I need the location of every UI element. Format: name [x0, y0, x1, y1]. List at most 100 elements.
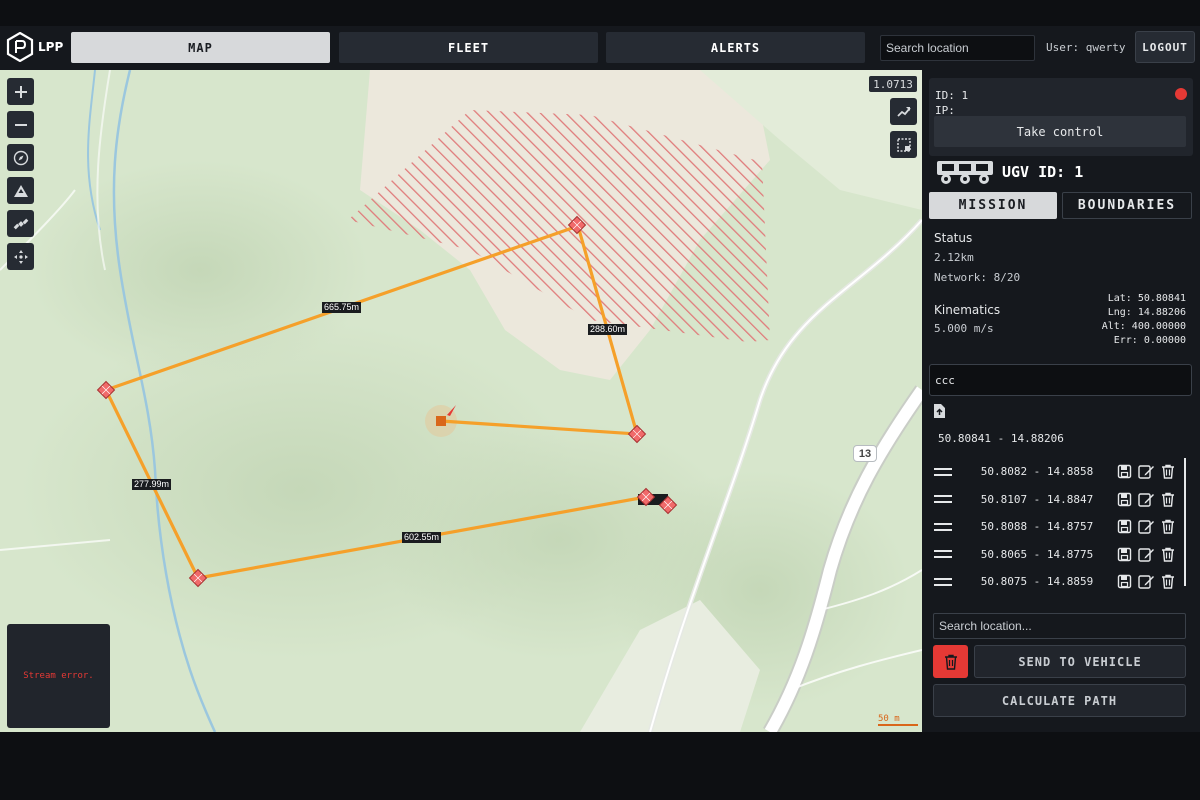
current-position: 50.80841 - 14.88206	[938, 432, 1064, 445]
drag-handle-icon[interactable]	[929, 549, 957, 559]
waypoint-coordinates: 50.8107 - 14.8847	[980, 492, 1094, 506]
move-icon	[13, 249, 28, 264]
tab-mission[interactable]: MISSION	[929, 192, 1057, 219]
stream-error-text: Stream error.	[23, 671, 94, 681]
tab-fleet[interactable]: FLEET	[339, 32, 598, 63]
connection-status-dot	[1175, 88, 1187, 100]
error-value: Err: 0.00000	[1113, 335, 1186, 346]
ugv-header: UGV ID: 1	[934, 158, 1083, 186]
drag-handle-icon[interactable]	[929, 577, 957, 587]
save-icon[interactable]	[1117, 464, 1132, 479]
terrain-icon	[13, 184, 28, 197]
waypoint-coordinates: 50.8088 - 14.8757	[980, 520, 1094, 534]
map-view[interactable]: 665.75m 288.60m 277.99m 602.55m 13 1.071…	[0, 70, 922, 732]
drag-handle-icon[interactable]	[929, 494, 957, 504]
route-distance-label: 288.60m	[588, 324, 628, 335]
select-area-button[interactable]	[890, 131, 917, 158]
drag-handle-icon[interactable]	[929, 522, 957, 532]
route-distance-label: 665.75m	[322, 302, 362, 313]
logo-icon	[6, 32, 34, 62]
waypoint-row[interactable]: 50.8065 - 14.8775	[929, 541, 1185, 569]
save-icon[interactable]	[1117, 492, 1132, 507]
take-control-button[interactable]: Take control	[934, 116, 1186, 147]
waypoint-list[interactable]: 50.8082 - 14.8858 50.8107 - 14.8847 50.808…	[929, 458, 1185, 600]
waypoint-row[interactable]: 50.8075 - 14.8859	[929, 568, 1185, 596]
location-search-input[interactable]	[880, 35, 1035, 61]
tab-boundaries[interactable]: BOUNDARIES	[1062, 192, 1192, 219]
save-icon[interactable]	[1117, 547, 1132, 562]
route-distance-label: 277.99m	[132, 479, 172, 490]
trash-icon[interactable]	[1161, 519, 1175, 534]
tab-map[interactable]: MAP	[71, 32, 330, 63]
map-scale: 50 m	[878, 714, 918, 726]
edit-icon[interactable]	[1138, 574, 1155, 589]
waypoint-row[interactable]: 50.8082 - 14.8858	[929, 458, 1185, 486]
trash-icon[interactable]	[1161, 492, 1175, 507]
zoom-in-button[interactable]	[7, 78, 34, 105]
trend-icon	[896, 106, 911, 117]
trash-icon[interactable]	[1161, 464, 1175, 479]
logout-button[interactable]: LOGOUT	[1135, 31, 1195, 63]
app-logo[interactable]: LPP	[6, 32, 63, 62]
map-toolbar	[7, 78, 34, 270]
longitude-value: Lng: 14.88206	[1107, 307, 1186, 318]
drag-handle-icon[interactable]	[929, 467, 957, 477]
ugv-vehicle-icon	[937, 161, 993, 184]
waypoint-row[interactable]: 50.8107 - 14.8847	[929, 486, 1185, 514]
top-bar: LPP MAP FLEET ALERTS User: qwerty LOGOUT	[0, 26, 1200, 70]
satellite-icon	[13, 218, 28, 229]
send-to-vehicle-button[interactable]: SEND TO VEHICLE	[974, 645, 1186, 678]
distance-value: 2.12km	[934, 251, 974, 264]
edit-icon[interactable]	[1138, 492, 1155, 507]
user-label: User: qwerty	[1046, 41, 1126, 54]
waypoint-coordinates: 50.8082 - 14.8858	[980, 465, 1094, 479]
compass-button[interactable]	[7, 144, 34, 171]
delete-mission-button[interactable]	[933, 645, 968, 678]
zoom-level-readout: 1.0713	[869, 76, 917, 92]
compass-icon	[13, 150, 28, 165]
vehicle-id: ID: 1	[935, 89, 969, 102]
kinematics-heading: Kinematics	[934, 303, 1001, 317]
zoom-out-button[interactable]	[7, 111, 34, 138]
vehicle-marker[interactable]	[436, 416, 446, 426]
waypoint-list-scrollbar[interactable]	[1184, 458, 1186, 586]
vehicle-panel: ID: 1 IP: Take control UGV ID: 1 MISSION…	[922, 70, 1200, 732]
tab-alerts[interactable]: ALERTS	[606, 32, 865, 63]
plus-icon	[14, 85, 27, 98]
speed-value: 5.000 m/s	[934, 322, 994, 335]
latitude-value: Lat: 50.80841	[1107, 293, 1186, 304]
minus-icon	[14, 123, 27, 126]
terrain-button[interactable]	[7, 177, 34, 204]
save-icon[interactable]	[1117, 519, 1132, 534]
road-number-badge: 13	[853, 445, 877, 462]
waypoint-row[interactable]: 50.8088 - 14.8757	[929, 513, 1185, 541]
video-stream-panel: Stream error.	[7, 624, 110, 728]
trash-icon	[944, 654, 957, 670]
save-icon[interactable]	[1117, 574, 1132, 589]
mission-name-input[interactable]	[929, 364, 1192, 396]
waypoint-coordinates: 50.8065 - 14.8775	[980, 547, 1094, 561]
logo-text: LPP	[38, 40, 64, 54]
satellite-button[interactable]	[7, 210, 34, 237]
position-readout: Lat: 50.80841 Lng: 14.88206 Alt: 400.000…	[1102, 292, 1186, 348]
network-value: Network: 8/20	[934, 271, 1021, 284]
file-upload-icon	[934, 404, 945, 418]
route-distance-label: 602.55m	[402, 532, 442, 543]
vehicle-card: ID: 1 IP: Take control	[929, 78, 1193, 156]
selection-icon	[896, 137, 911, 152]
waypoint-coordinates: 50.8075 - 14.8859	[980, 575, 1094, 589]
edit-icon[interactable]	[1138, 547, 1155, 562]
altitude-value: Alt: 400.00000	[1101, 321, 1186, 332]
trash-icon[interactable]	[1161, 574, 1175, 589]
trash-icon[interactable]	[1161, 547, 1175, 562]
file-upload-button[interactable]	[933, 403, 946, 423]
elevation-profile-button[interactable]	[890, 98, 917, 125]
status-heading: Status	[934, 231, 973, 245]
calculate-path-button[interactable]: CALCULATE PATH	[933, 684, 1186, 717]
map-canvas[interactable]	[0, 70, 922, 732]
mission-location-search-input[interactable]	[933, 613, 1186, 639]
edit-icon[interactable]	[1138, 464, 1155, 479]
ugv-title: UGV ID: 1	[1002, 163, 1084, 181]
edit-icon[interactable]	[1138, 519, 1155, 534]
move-button[interactable]	[7, 243, 34, 270]
